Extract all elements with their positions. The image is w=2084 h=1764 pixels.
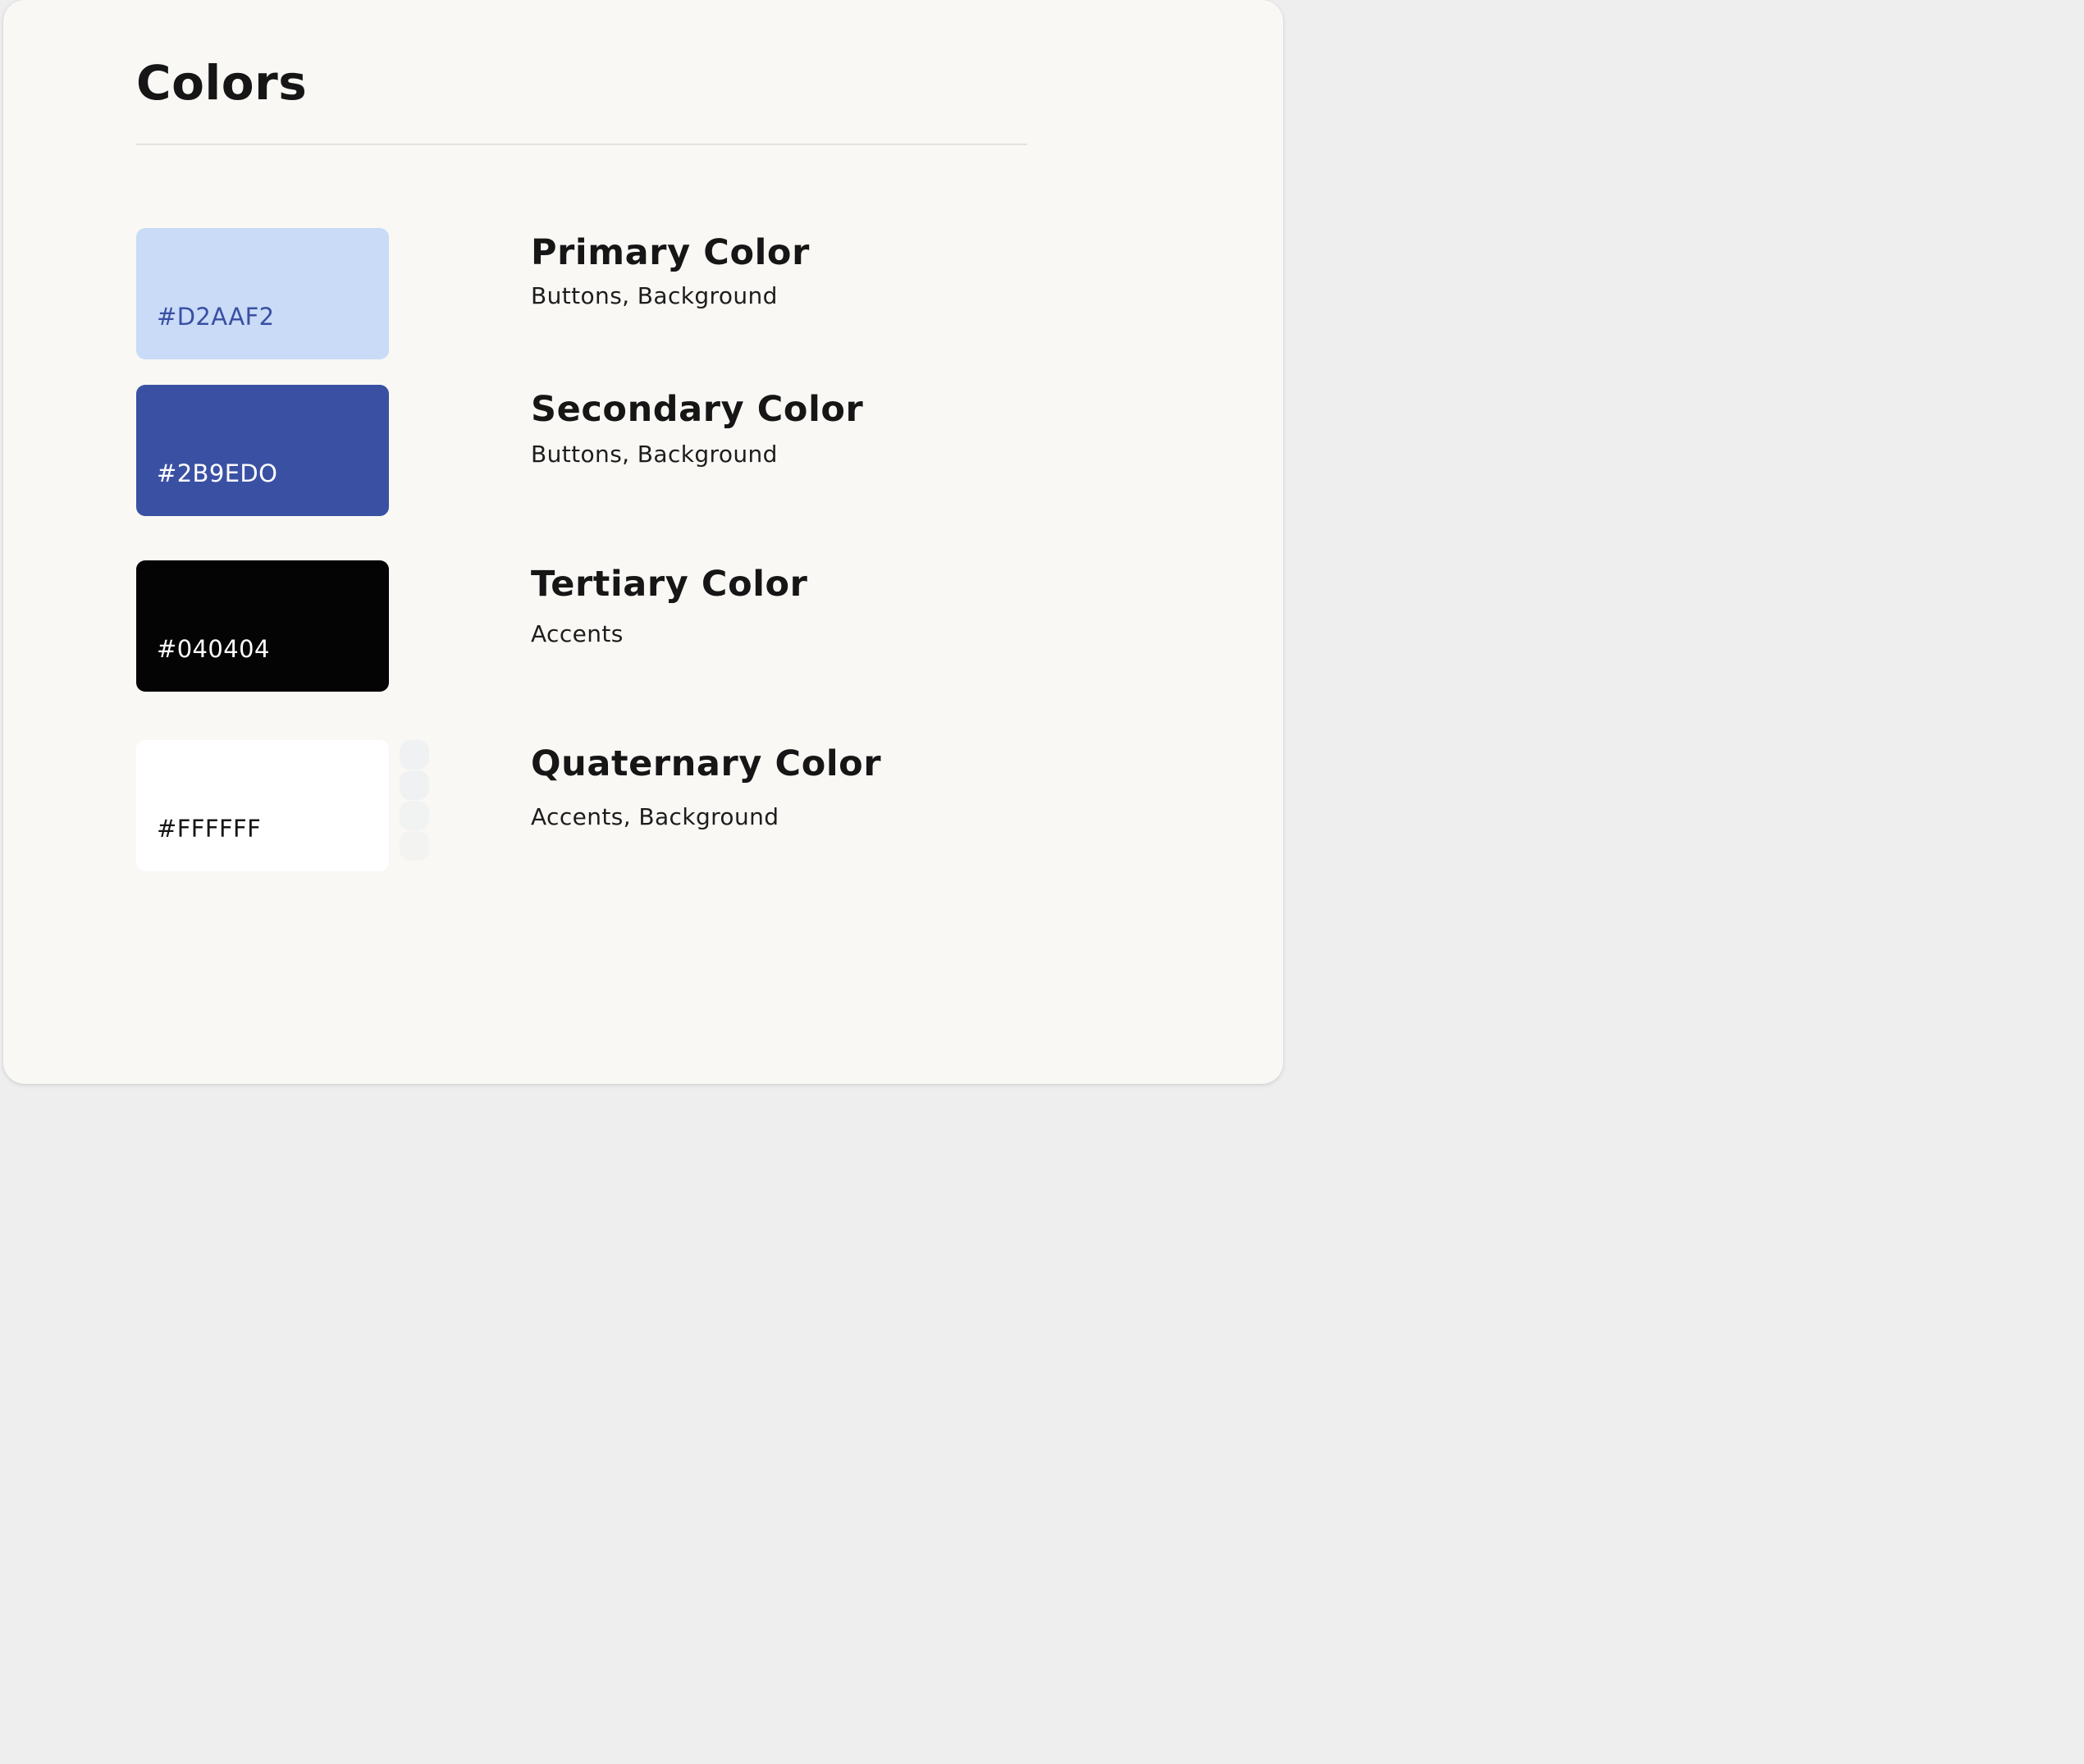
primary-hex-label: #D2AAF2: [157, 303, 275, 331]
secondary-color-usage: Buttons, Background: [531, 441, 778, 468]
quaternary-color-info: Quaternary Color Accents, Background: [531, 743, 881, 831]
primary-color-info: Primary Color Buttons, Background: [531, 231, 810, 310]
secondary-color-info: Secondary Color Buttons, Background: [531, 388, 863, 468]
quaternary-hex-label: #FFFFFF: [157, 815, 262, 843]
page-title: Colors: [136, 55, 308, 111]
tertiary-color-name: Tertiary Color: [531, 564, 808, 605]
quaternary-tint-swatch: [400, 740, 429, 770]
tertiary-color-swatch[interactable]: #040404: [136, 560, 389, 692]
primary-color-usage: Buttons, Background: [531, 282, 778, 309]
quaternary-color-usage: Accents, Background: [531, 803, 779, 830]
secondary-hex-label: #2B9EDO: [157, 459, 278, 487]
secondary-color-name: Secondary Color: [531, 389, 864, 430]
quaternary-tint-swatch: [400, 831, 429, 861]
primary-color-swatch[interactable]: #D2AAF2: [136, 228, 389, 359]
quaternary-color-swatch[interactable]: #FFFFFF: [136, 740, 389, 871]
quaternary-color-name: Quaternary Color: [531, 743, 882, 784]
tertiary-color-usage: Accents: [531, 620, 624, 647]
primary-color-name: Primary Color: [531, 232, 810, 273]
quaternary-tint-swatch: [400, 770, 429, 800]
title-divider: [136, 144, 1027, 145]
tertiary-hex-label: #040404: [157, 635, 270, 663]
colors-card: Colors #D2AAF2 Primary Color Buttons, Ba…: [3, 0, 1283, 1084]
secondary-color-swatch[interactable]: #2B9EDO: [136, 385, 389, 516]
quaternary-tint-swatch: [400, 801, 429, 830]
tertiary-color-info: Tertiary Color Accents: [531, 563, 808, 648]
